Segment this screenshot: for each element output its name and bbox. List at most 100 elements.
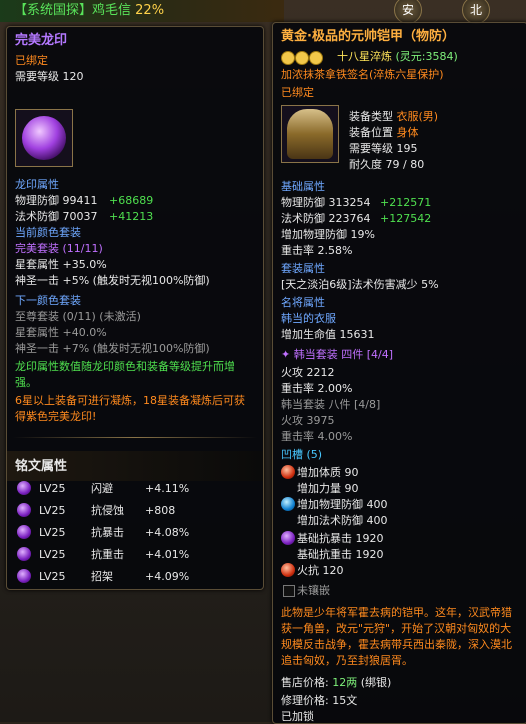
slot-line: 基础抗重击 1920	[297, 548, 384, 561]
inscription-name: 抗暴击	[91, 526, 124, 539]
mag-def: 法术防御 70037	[15, 210, 98, 223]
bound-status: 已绑定	[281, 86, 314, 99]
inscription-value: +4.01%	[145, 548, 190, 561]
smiley-icon	[309, 51, 323, 65]
set-name: 完美套装 (11/11)	[15, 242, 103, 255]
equip-position: 装备位置 身体	[349, 125, 419, 140]
inscription-gem-icon	[17, 547, 31, 561]
slot-line: 火抗 120	[297, 564, 344, 577]
mag-def: 法术防御 223764	[281, 212, 371, 225]
durability-value: 79 / 80	[385, 158, 425, 171]
durability-label: 耐久度	[349, 158, 382, 171]
holy-strike: 神圣一击 +5% (触发时无视100%防御)	[15, 274, 210, 287]
sell-price-note: (绑银)	[360, 676, 392, 689]
repair-price: 修理价格: 15文	[281, 694, 358, 707]
spirit-value: (灵元:3584)	[395, 50, 458, 63]
phys-def: 物理防御 99411	[15, 194, 98, 207]
required-level: 需要等级 195	[349, 141, 418, 156]
next-set-name: 至尊套装 (0/11) (未激活)	[15, 310, 141, 323]
mag-def-line: 法术防御 223764 +127542	[281, 211, 431, 226]
inscription-title: 铭文属性	[15, 459, 68, 474]
equip-pos-value: 身体	[396, 126, 419, 139]
slot-line: 增加物理防御 400	[297, 498, 388, 511]
inscription-name: 招架	[91, 570, 113, 583]
equip-type: 装备类型 衣服(男)	[349, 109, 438, 124]
hp-bonus: 增加生命值 15631	[281, 328, 375, 341]
phys-def-line: 物理防御 99411 +68689	[15, 193, 153, 208]
req-level-value: 195	[396, 142, 418, 155]
mag-def-bonus: +41213	[109, 210, 154, 223]
set3-line: 韩当套装 八件 [4/8]	[281, 398, 381, 411]
inscription-gem-icon	[17, 569, 31, 583]
item-title: 完美龙印	[15, 33, 68, 48]
inscription-gem-icon	[17, 503, 31, 517]
req-level-label: 需要等级	[349, 142, 393, 155]
inscription-level: LV25	[39, 526, 66, 539]
system-broadcast-bar: 【系统国探】鸡毛信 22%	[0, 0, 284, 22]
star-attr: 星套属性 +35.0%	[15, 258, 107, 271]
section-seal-attributes: 龙印属性	[15, 178, 59, 191]
required-level: 需要等级 120	[15, 70, 84, 83]
empty-slot-checkbox	[283, 585, 295, 597]
note-orange: 6星以上装备可进行凝炼，18星装备凝炼后可获得紫色完美龙印!	[15, 394, 245, 423]
dragon-seal-tooltip: 完美龙印 已绑定 需要等级 120 龙印属性 物理防御 99411 +68689…	[6, 26, 264, 590]
equip-pos-label: 装备位置	[349, 126, 393, 139]
section-set-attributes: 套装属性	[281, 262, 325, 275]
section-base-attributes: 基础属性	[281, 180, 325, 193]
inscription-value: +4.08%	[145, 526, 190, 539]
refine-line: 十八星淬炼 (灵元:3584)	[337, 49, 458, 64]
inscription-name: 抗侵蚀	[91, 504, 124, 517]
armor-tooltip: 黄金·极品的元帅铠甲（物防） 十八星淬炼 (灵元:3584) 加浓抹茶拿铁签名(…	[272, 22, 526, 724]
next-star-attr: 星套属性 +40.0%	[15, 326, 107, 339]
heavy-rate2: 重击率 4.00%	[281, 430, 353, 443]
divider	[13, 437, 257, 438]
gem-icon	[281, 465, 295, 479]
fire-atk2: 火攻 3975	[281, 414, 335, 427]
dragon-seal-item-icon	[15, 109, 73, 167]
armor-icon	[287, 109, 333, 159]
slots-title: 凹槽 (5)	[281, 448, 323, 461]
sell-price-label: 售店价格:	[281, 676, 329, 689]
next-holy-strike: 神圣一击 +7% (触发时无视100%防御)	[15, 342, 210, 355]
signature: 加浓抹茶拿铁签名(淬炼六星保护)	[281, 68, 444, 81]
safe-zone-icon[interactable]: 安	[394, 0, 422, 24]
fire-atk: 火攻 2212	[281, 366, 335, 379]
smiley-icon	[281, 51, 295, 65]
section-next-set: 下一颜色套装	[15, 294, 81, 307]
mag-def-line: 法术防御 70037 +41213	[15, 209, 153, 224]
smiley-icon	[295, 51, 309, 65]
inc-phys-def: 增加物理防御 19%	[281, 228, 375, 241]
sell-price-value: 12两	[332, 676, 358, 689]
phys-def-line: 物理防御 313254 +212571	[281, 195, 431, 210]
broadcast-text: 【系统国探】鸡毛信	[14, 3, 132, 18]
note-green: 龙印属性数值随龙印颜色和装备等级提升而增强。	[15, 360, 235, 389]
bound-status: 已绑定	[15, 54, 48, 67]
refine-stars: 十八星淬炼	[337, 50, 392, 63]
item-title: 黄金·极品的元帅铠甲（物防）	[281, 29, 455, 44]
set2-line: ✦ 韩当套装 四件 [4/4]	[281, 348, 394, 361]
north-compass-icon[interactable]: 北	[462, 0, 490, 24]
gem-icon	[281, 563, 295, 577]
inscription-gem-icon	[17, 525, 31, 539]
inscription-level: LV25	[39, 504, 66, 517]
sell-price: 售店价格: 12两 (绑银)	[281, 675, 391, 690]
inscription-value: +4.11%	[145, 482, 190, 495]
inscription-value: +808	[145, 504, 176, 517]
purple-orb-icon	[22, 116, 66, 160]
gem-icon	[281, 497, 295, 511]
equip-type-value: 衣服(男)	[396, 110, 439, 123]
slot-line: 增加法术防御 400	[297, 514, 388, 527]
inscription-level: LV25	[39, 482, 66, 495]
gem-icon	[281, 531, 295, 545]
section-current-set: 当前颜色套装	[15, 226, 81, 239]
phys-def-bonus: +68689	[109, 194, 154, 207]
unenchanted: 未镶嵌	[297, 584, 330, 597]
phys-def-bonus: +212571	[380, 196, 432, 209]
armor-item-icon	[281, 105, 339, 163]
broadcast-percent: 22%	[135, 3, 165, 18]
equip-type-label: 装备类型	[349, 110, 393, 123]
heavy-hit: 重击率 2.58%	[281, 244, 353, 257]
inscription-name: 抗重击	[91, 548, 124, 561]
slot-line: 增加力量 90	[297, 482, 359, 495]
set-line: [天之淡泊6级]法术伤害减少 5%	[281, 278, 439, 291]
